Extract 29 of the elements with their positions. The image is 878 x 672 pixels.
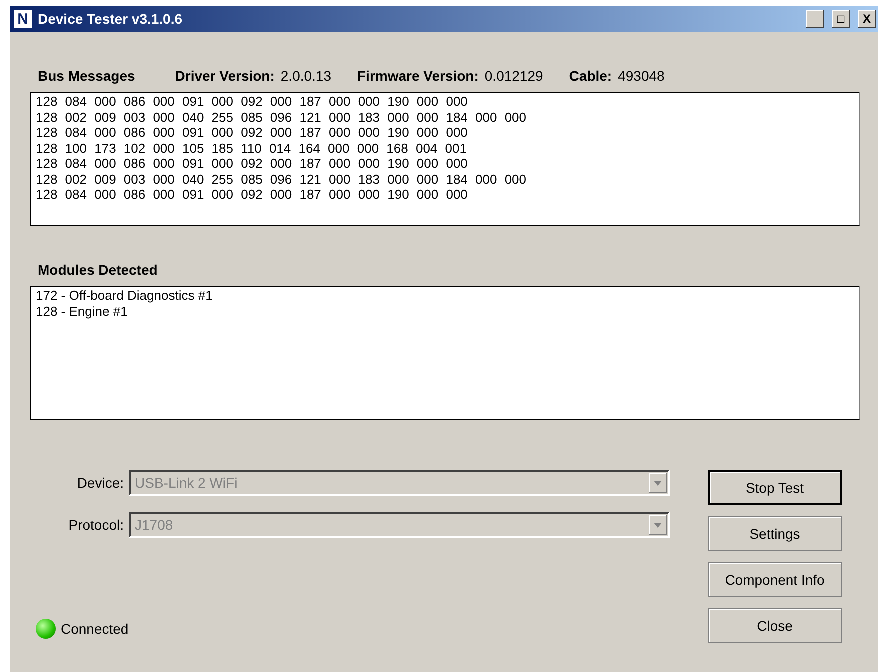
message-line: 128 084 000 086 000 091 000 092 000 187 000 000 190 000 000 [36,156,469,172]
status-text: Connected [61,621,129,637]
message-line: 128 100 173 102 000 105 185 110 014 164 000 000 168 004 001 [36,140,468,156]
message-line: 128 084 000 086 000 091 000 092 000 187 000 000 190 000 000 [36,125,469,140]
info-label: Firmware Version: [358,68,479,84]
message-line: 128 084 000 086 000 091 000 092 000 187 000 000 190 000 000 [36,187,469,202]
message-line: 128 002 009 003 000 040 255 085 096 121 000 183 000 000 184 000 000 [36,172,528,187]
message-line: 128 084 000 086 000 091 000 092 000 187 000 000 190 000 000 [36,94,469,110]
window-title: Device Tester v3.1.0.6 [38,11,184,27]
info-value: 2.0.0.13 [280,68,332,84]
info-value: 0.012129 [484,68,544,84]
action-button[interactable]: Close [708,608,842,643]
section-heading: Bus Messages [38,68,136,84]
section-heading: Modules Detected [38,262,158,278]
info-label: Driver Version: [175,68,275,84]
message-line: 128 002 009 003 000 040 255 085 096 121 000 183 000 000 184 000 000 [36,110,528,125]
module-item[interactable]: 128 - Engine #1 [36,304,854,319]
window-control-button[interactable]: □ [832,10,850,28]
app-logo: N [14,10,32,28]
info-label: Cable: [569,68,612,84]
info-value: 493048 [618,68,665,84]
module-item[interactable]: 172 - Off-board Diagnostics #1 [36,288,854,304]
window-control-button[interactable]: X [858,10,876,28]
field-label: Device: [76,475,125,491]
action-button[interactable]: Settings [708,516,842,551]
action-button[interactable]: Stop Test [708,470,842,505]
window-control-button[interactable]: _ [806,10,824,28]
field-label: Protocol: [68,517,125,533]
action-button[interactable]: Component Info [708,562,842,597]
